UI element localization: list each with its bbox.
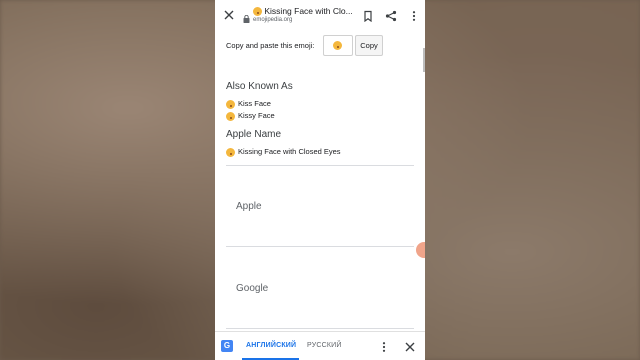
apple-name-item[interactable]: Kissing Face with Closed Eyes	[226, 147, 341, 157]
emoji-icon	[226, 111, 235, 121]
alias-item[interactable]: Kiss Face	[226, 99, 271, 109]
page-title: Kissing Face with Clo...	[253, 6, 353, 17]
floating-indicator[interactable]	[416, 242, 425, 258]
emoji-icon	[226, 147, 235, 157]
page-title-block[interactable]: Kissing Face with Clo... emojipedia.org	[253, 6, 353, 23]
copy-label: Copy and paste this emoji:	[226, 41, 315, 50]
vendor-apple[interactable]: Apple	[236, 201, 262, 212]
emoji-icon	[226, 99, 235, 109]
apple-name-text: Kissing Face with Closed Eyes	[238, 147, 341, 156]
more-vert-icon[interactable]	[408, 9, 420, 21]
apple-name-heading: Apple Name	[226, 129, 282, 140]
google-translate-icon: G	[221, 340, 233, 352]
lock-icon	[243, 10, 250, 23]
close-icon[interactable]	[223, 9, 235, 21]
alias-text: Kissy Face	[238, 111, 275, 120]
more-vert-icon[interactable]	[378, 340, 390, 352]
translate-bar: G АНГЛИЙСКИЙ РУССКИЙ	[215, 331, 425, 360]
divider	[226, 165, 414, 166]
divider	[226, 246, 414, 247]
copy-row: Copy and paste this emoji: Copy	[226, 35, 416, 56]
copy-button[interactable]: Copy	[355, 35, 383, 56]
vendor-google[interactable]: Google	[236, 283, 268, 294]
also-known-as-heading: Also Known As	[226, 81, 293, 92]
browser-toolbar: Kissing Face with Clo... emojipedia.org	[215, 0, 425, 32]
emoji-copy-field[interactable]	[323, 35, 353, 56]
alias-text: Kiss Face	[238, 99, 271, 108]
share-icon[interactable]	[385, 9, 397, 22]
phone-screen: Kissing Face with Clo... emojipedia.org …	[215, 0, 425, 360]
close-icon[interactable]	[404, 340, 416, 352]
divider	[226, 328, 414, 329]
source-language-tab[interactable]: АНГЛИЙСКИЙ	[246, 342, 296, 349]
scrollbar[interactable]	[423, 48, 425, 72]
emoji-icon	[253, 7, 262, 17]
target-language-tab[interactable]: РУССКИЙ	[307, 342, 342, 349]
page-title-text: Kissing Face with Clo...	[264, 6, 353, 16]
emoji-icon	[333, 41, 342, 50]
alias-item[interactable]: Kissy Face	[226, 111, 275, 121]
page-url: emojipedia.org	[253, 17, 293, 24]
bookmark-icon[interactable]	[362, 9, 374, 23]
